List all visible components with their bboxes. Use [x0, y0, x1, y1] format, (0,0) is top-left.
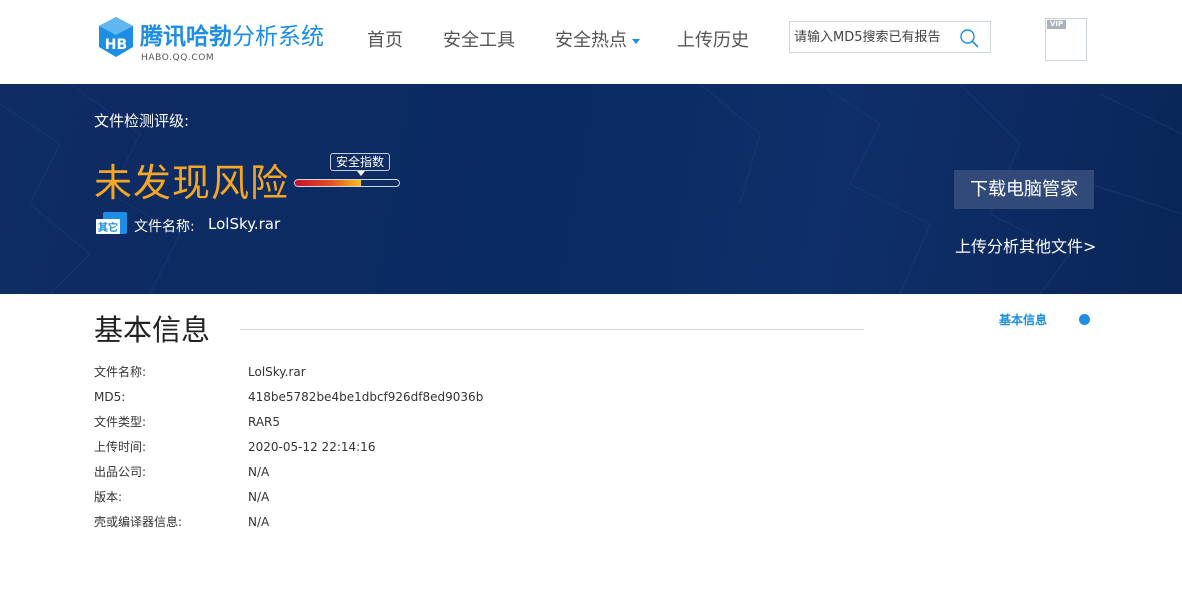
- logo-title: 腾讯哈勃分析系统: [140, 23, 324, 51]
- info-row-upload-time: 上传时间: 2020-05-12 22:14:16: [94, 437, 694, 457]
- info-value: 2020-05-12 22:14:16: [248, 440, 376, 454]
- vip-badge: VIP: [1047, 20, 1067, 29]
- caret-down-icon: [632, 38, 640, 44]
- file-type-icon-text: 其它: [98, 221, 118, 234]
- safety-index-tag: 安全指数: [330, 153, 391, 176]
- info-value: 418be5782be4be1dbcf926df8ed9036b: [248, 390, 484, 404]
- habo-logo[interactable]: HB 腾讯哈勃分析系统 HABO.QQ.COM: [96, 14, 336, 66]
- info-row-md5: MD5: 418be5782be4be1dbcf926df8ed9036b: [94, 387, 694, 407]
- info-key: 上传时间:: [94, 440, 147, 454]
- habo-logo-icon: HB: [99, 17, 133, 57]
- info-value: N/A: [248, 490, 270, 504]
- safety-index-fill: [295, 180, 361, 186]
- nav-security-hotspots-label: 安全热点: [555, 30, 627, 51]
- search-icon[interactable]: [959, 28, 979, 48]
- nav-security-tools-label: 安全工具: [443, 30, 515, 51]
- download-pc-manager-button[interactable]: 下载电脑管家: [954, 170, 1094, 209]
- file-name-value: LolSky.rar: [208, 215, 281, 233]
- info-row-packer-compiler: 壳或编译器信息: N/A: [94, 512, 694, 532]
- info-key: 文件类型:: [94, 415, 147, 429]
- file-type-icon: 其它: [96, 212, 127, 234]
- info-key: 壳或编译器信息:: [94, 515, 183, 529]
- result-banner: 文件检测评级: 未发现风险 安全指数 其它 文件名称: LolSky.rar 下…: [0, 84, 1182, 294]
- section-divider: [240, 329, 864, 330]
- side-nav-active-dot: [1079, 314, 1090, 325]
- section-title: 基本信息: [94, 313, 211, 347]
- info-row-company: 出品公司: N/A: [94, 462, 694, 482]
- info-key: 版本:: [94, 490, 123, 504]
- info-key: 出品公司:: [94, 465, 147, 479]
- info-key: MD5:: [94, 390, 126, 404]
- info-value: N/A: [248, 515, 270, 529]
- nav-security-hotspots[interactable]: 安全热点: [555, 29, 640, 53]
- svg-text:HB: HB: [105, 37, 127, 53]
- info-row-file-name: 文件名称: LolSky.rar: [94, 362, 694, 382]
- risk-result: 未发现风险: [94, 161, 290, 205]
- md5-search-input[interactable]: [794, 27, 954, 47]
- nav-home[interactable]: 首页: [367, 29, 403, 53]
- nav-upload-history-label: 上传历史: [677, 30, 749, 51]
- nav-upload-history[interactable]: 上传历史: [677, 29, 749, 53]
- nav-security-tools[interactable]: 安全工具: [443, 29, 515, 53]
- info-row-file-type: 文件类型: RAR5: [94, 412, 694, 432]
- safety-index-bar: [294, 179, 400, 187]
- nav-home-label: 首页: [367, 30, 403, 51]
- rating-label: 文件检测评级:: [94, 112, 190, 130]
- file-name-label: 文件名称:: [134, 219, 195, 235]
- info-row-version: 版本: N/A: [94, 487, 694, 507]
- logo-subtitle: HABO.QQ.COM: [141, 53, 215, 63]
- top-header: HB 腾讯哈勃分析系统 HABO.QQ.COM 首页 安全工具 安全热点 上传历…: [0, 0, 1182, 84]
- upload-other-file-link[interactable]: 上传分析其他文件>: [955, 233, 1096, 257]
- logo-title-rest: 分析系统: [232, 24, 324, 50]
- info-value: N/A: [248, 465, 270, 479]
- side-nav-basic-info[interactable]: 基本信息: [999, 311, 1047, 328]
- info-key: 文件名称:: [94, 365, 147, 379]
- info-value: LolSky.rar: [248, 365, 306, 379]
- info-value: RAR5: [248, 415, 281, 429]
- logo-title-strong: 腾讯哈勃: [140, 24, 232, 50]
- search-box: [789, 21, 991, 53]
- vip-avatar[interactable]: VIP: [1045, 18, 1087, 61]
